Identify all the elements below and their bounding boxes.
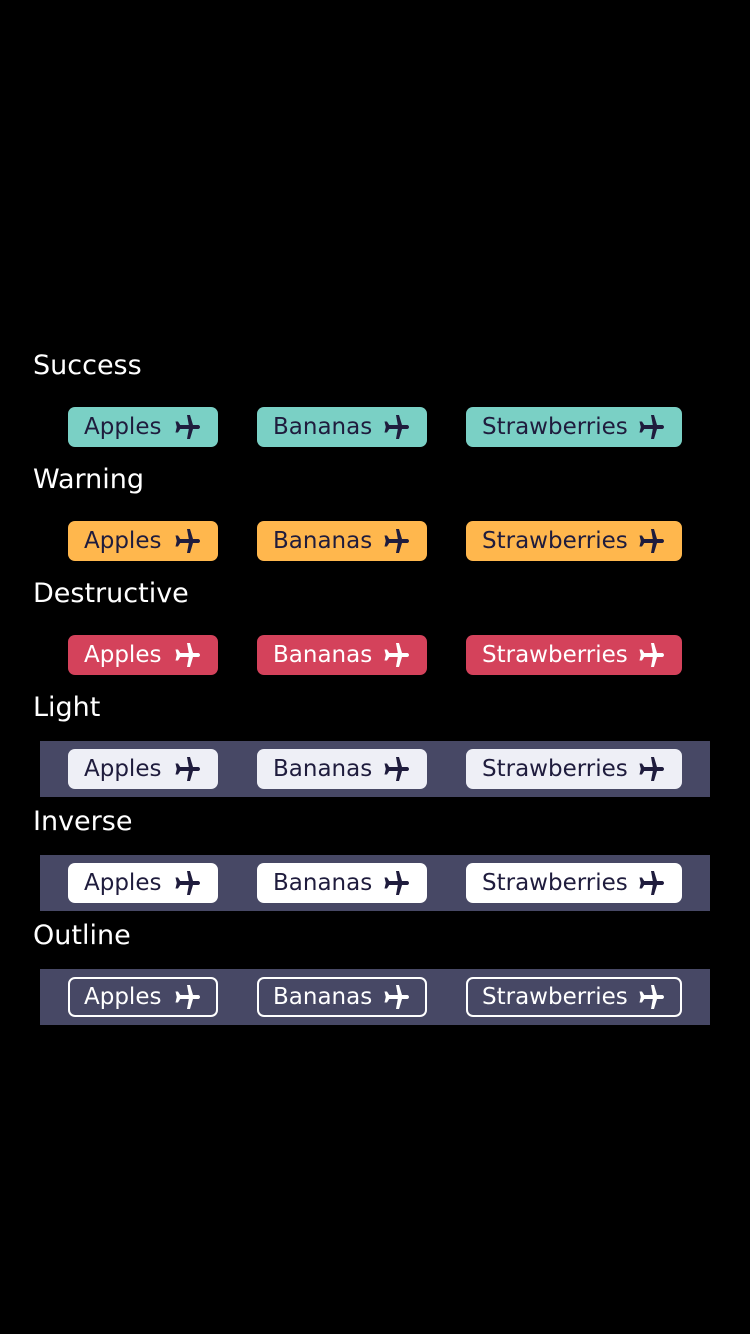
chip-strawberries[interactable]: Strawberries [466, 521, 682, 561]
chip-strawberries[interactable]: Strawberries [466, 635, 682, 675]
airplane-icon [383, 757, 409, 781]
chip-label: Apples [84, 642, 162, 668]
chip-apples[interactable]: Apples [68, 407, 218, 447]
chip-label: Strawberries [482, 528, 628, 554]
chip-apples[interactable]: Apples [68, 977, 218, 1017]
chip-label: Strawberries [482, 984, 628, 1010]
section-title-warning: Warning [33, 464, 145, 495]
chip-label: Apples [84, 528, 162, 554]
airplane-icon [383, 415, 409, 439]
tag-chip-showcase: Success Apples Bananas Strawberries Warn… [0, 0, 750, 1334]
section-title-destructive: Destructive [33, 578, 189, 609]
airplane-icon [174, 757, 200, 781]
airplane-icon [638, 871, 664, 895]
chip-label: Bananas [273, 870, 373, 896]
airplane-icon [174, 415, 200, 439]
chip-apples[interactable]: Apples [68, 521, 218, 561]
chip-bananas[interactable]: Bananas [257, 863, 427, 903]
chip-label: Apples [84, 756, 162, 782]
chip-bananas[interactable]: Bananas [257, 521, 427, 561]
chip-label: Bananas [273, 756, 373, 782]
chip-label: Bananas [273, 528, 373, 554]
airplane-icon [383, 529, 409, 553]
chip-apples[interactable]: Apples [68, 863, 218, 903]
chip-strawberries[interactable]: Strawberries [466, 863, 682, 903]
chip-bananas[interactable]: Bananas [257, 407, 427, 447]
chip-label: Apples [84, 414, 162, 440]
chip-bananas[interactable]: Bananas [257, 977, 427, 1017]
section-title-success: Success [33, 350, 142, 381]
chip-label: Strawberries [482, 642, 628, 668]
chip-strawberries[interactable]: Strawberries [466, 749, 682, 789]
airplane-icon [383, 643, 409, 667]
chip-bananas[interactable]: Bananas [257, 635, 427, 675]
section-title-inverse: Inverse [33, 806, 133, 837]
chip-apples[interactable]: Apples [68, 749, 218, 789]
section-title-outline: Outline [33, 920, 131, 951]
chip-label: Apples [84, 870, 162, 896]
chip-apples[interactable]: Apples [68, 635, 218, 675]
airplane-icon [174, 985, 200, 1009]
chip-label: Bananas [273, 642, 373, 668]
airplane-icon [638, 415, 664, 439]
chip-label: Apples [84, 984, 162, 1010]
chip-row-destructive: Apples Bananas Strawberries [40, 627, 710, 683]
airplane-icon [174, 643, 200, 667]
airplane-icon [638, 985, 664, 1009]
chip-row-success: Apples Bananas Strawberries [40, 399, 710, 455]
airplane-icon [638, 643, 664, 667]
chip-label: Bananas [273, 984, 373, 1010]
chip-row-warning: Apples Bananas Strawberries [40, 513, 710, 569]
airplane-icon [638, 757, 664, 781]
chip-row-inverse: Apples Bananas Strawberries [40, 855, 710, 911]
airplane-icon [383, 871, 409, 895]
chip-label: Strawberries [482, 756, 628, 782]
chip-label: Bananas [273, 414, 373, 440]
chip-strawberries[interactable]: Strawberries [466, 977, 682, 1017]
airplane-icon [174, 871, 200, 895]
airplane-icon [638, 529, 664, 553]
airplane-icon [174, 529, 200, 553]
chip-label: Strawberries [482, 414, 628, 440]
chip-strawberries[interactable]: Strawberries [466, 407, 682, 447]
chip-row-outline: Apples Bananas Strawberries [40, 969, 710, 1025]
chip-label: Strawberries [482, 870, 628, 896]
chip-bananas[interactable]: Bananas [257, 749, 427, 789]
chip-row-light: Apples Bananas Strawberries [40, 741, 710, 797]
section-title-light: Light [33, 692, 101, 723]
airplane-icon [383, 985, 409, 1009]
